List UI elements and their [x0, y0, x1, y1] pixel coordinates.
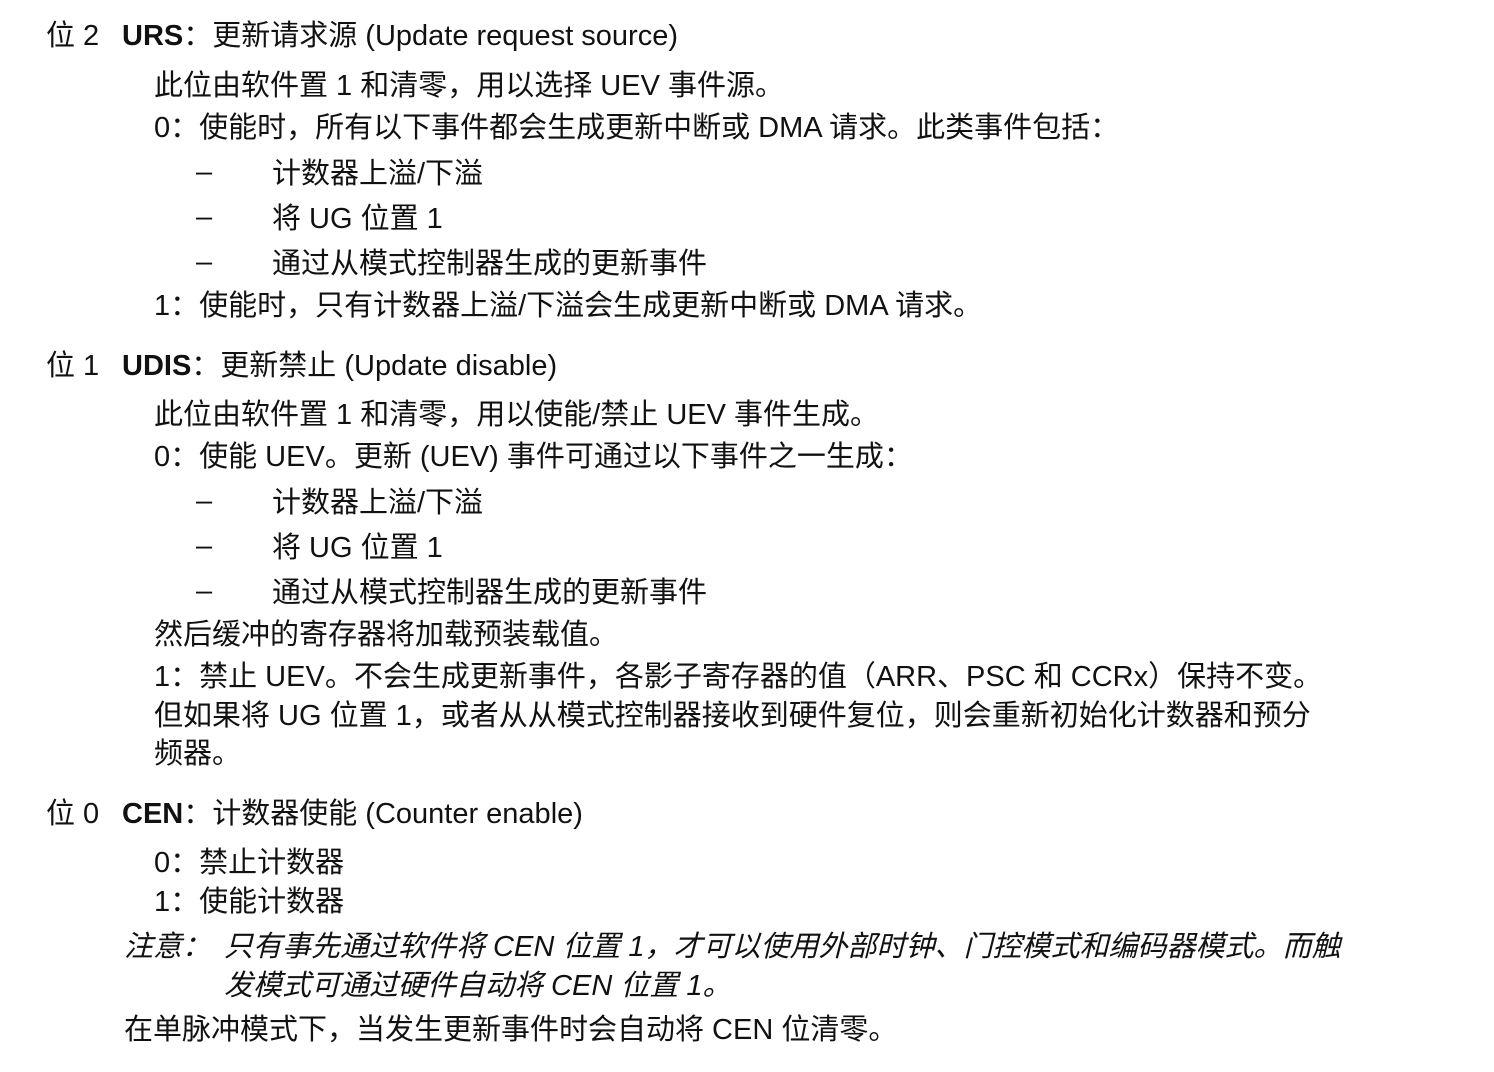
- bit2-bullet-3: 通过从模式控制器生成的更新事件: [272, 248, 708, 280]
- bit1-bullet-1: 计数器上溢/下溢: [272, 487, 484, 519]
- bit1-title: ：更新禁止 (Update disable): [191, 350, 558, 382]
- bit2-number: 位 2: [46, 20, 100, 52]
- bit0-name: CEN: [122, 798, 184, 830]
- bit1-name: UDIS: [122, 350, 192, 382]
- bit2-bullet-2: 将 UG 位置 1: [272, 203, 443, 235]
- bit2-option-1: 1：使能时，只有计数器上溢/下溢会生成更新中断或 DMA 请求。: [154, 290, 983, 322]
- bit2-bullet-dash-1: –: [196, 156, 213, 188]
- bit0-option-0: 0：禁止计数器: [154, 847, 345, 879]
- bit1-description: 此位由软件置 1 和清零，用以使能/禁止 UEV 事件生成。: [154, 399, 880, 431]
- bit1-number: 位 1: [46, 350, 100, 382]
- bit0-heading: 位 0 CEN：计数器使能 (Counter enable): [46, 796, 583, 832]
- bit1-bullet-3: 通过从模式控制器生成的更新事件: [272, 577, 708, 609]
- bit0-number: 位 0: [46, 798, 100, 830]
- bit0-title: ：计数器使能 (Counter enable): [183, 798, 583, 830]
- bit1-option-0: 0：使能 UEV。更新 (UEV) 事件可通过以下事件之一生成：: [154, 441, 913, 473]
- bit0-last-line: 在单脉冲模式下，当发生更新事件时会自动将 CEN 位清零。: [124, 1014, 898, 1046]
- bit1-bullet-dash-3: –: [196, 575, 213, 607]
- bit1-option-1-line-2: 但如果将 UG 位置 1，或者从从模式控制器接收到硬件复位，则会重新初始化计数器…: [154, 700, 1311, 732]
- bit2-bullet-dash-2: –: [196, 201, 213, 233]
- bit2-bullet-dash-3: –: [196, 246, 213, 278]
- bit1-bullet-dash-1: –: [196, 485, 213, 517]
- bit0-note-label: 注意：: [124, 931, 212, 963]
- bit2-option-0: 0：使能时，所有以下事件都会生成更新中断或 DMA 请求。此类事件包括：: [154, 112, 1120, 144]
- bit1-option-1-line-1: 1：禁止 UEV。不会生成更新事件，各影子寄存器的值（ARR、PSC 和 CCR…: [154, 661, 1323, 693]
- bit2-description: 此位由软件置 1 和清零，用以选择 UEV 事件源。: [154, 70, 784, 102]
- bit2-title: ：更新请求源 (Update request source): [183, 20, 679, 52]
- bit1-bullet-dash-2: –: [196, 530, 213, 562]
- bit0-note-line-2: 发模式可通过硬件自动将 CEN 位置 1。: [224, 970, 732, 1002]
- bit0-note-line-1: 只有事先通过软件将 CEN 位置 1，才可以使用外部时钟、门控模式和编码器模式。…: [224, 931, 1341, 963]
- bit2-bullet-1: 计数器上溢/下溢: [272, 158, 484, 190]
- bit0-option-1: 1：使能计数器: [154, 886, 345, 918]
- bit1-bullet-2: 将 UG 位置 1: [272, 532, 443, 564]
- bit1-after-text: 然后缓冲的寄存器将加载预装载值。: [154, 619, 619, 651]
- bit1-heading: 位 1 UDIS：更新禁止 (Update disable): [46, 348, 557, 384]
- bit2-heading: 位 2 URS：更新请求源 (Update request source): [46, 18, 678, 54]
- bit2-name: URS: [122, 20, 184, 52]
- bit1-option-1-line-3: 频器。: [154, 738, 242, 770]
